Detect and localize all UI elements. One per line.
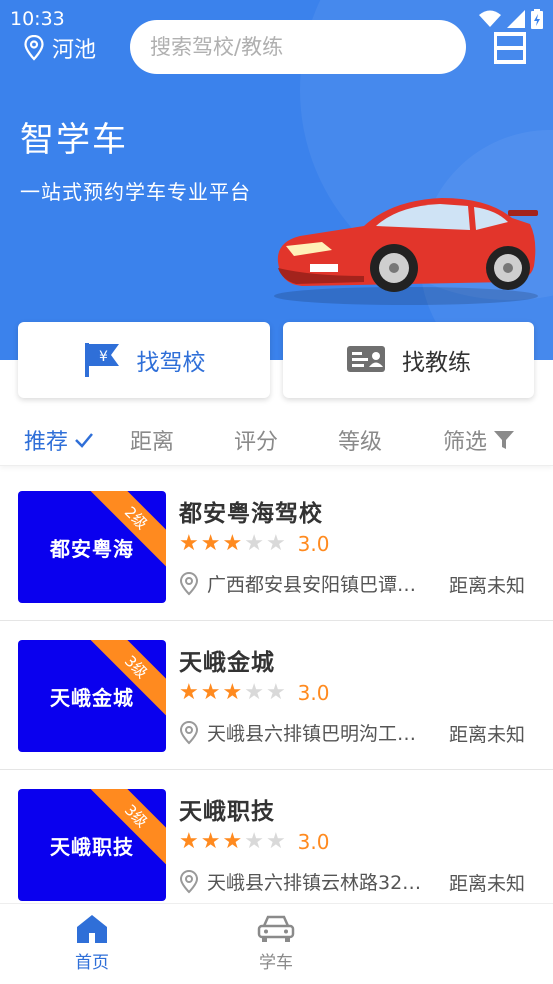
distance-text: 距离未知: [449, 873, 526, 895]
car-icon: [257, 915, 295, 942]
menu-icon[interactable]: [492, 28, 528, 68]
rating-stars: ★ ★ ★ ★ ★ 3.0: [179, 532, 329, 556]
find-coach-button[interactable]: 找教练: [283, 322, 534, 398]
star-empty-icon: ★: [244, 680, 264, 705]
school-list: 都安粤海 2级 都安粤海驾校 ★ ★ ★ ★ ★ 3.0 广西都安县安阳镇巴谭……: [0, 472, 553, 919]
nav-home[interactable]: 首页: [42, 914, 142, 973]
location-pin-icon: [179, 869, 199, 893]
bottom-navigation: 首页 学车: [0, 903, 553, 984]
home-icon: [77, 915, 107, 943]
location-pin-icon: [179, 571, 199, 595]
hero-banner: 10:33 河池 智学车 一站式预约学车专业平台: [0, 0, 553, 360]
filter-distance-label: 距离: [130, 430, 175, 455]
red-car-illustration: [274, 198, 538, 305]
find-coach-label: 找教练: [402, 350, 471, 376]
check-icon: [75, 433, 93, 448]
school-address: 天峨县六排镇巴明沟工…: [179, 719, 439, 746]
address-text: 天峨县六排镇巴明沟工…: [207, 723, 417, 745]
address-text: 广西都安县安阳镇巴谭…: [207, 574, 417, 596]
filter-bar: 推荐 距离 评分 等级 筛选: [0, 412, 553, 466]
svg-text:¥: ¥: [99, 349, 108, 365]
filter-level[interactable]: 等级: [338, 424, 382, 456]
location-label: 河池: [52, 38, 97, 63]
find-school-button[interactable]: ¥ 找驾校: [18, 322, 270, 398]
star-empty-icon: ★: [265, 680, 286, 705]
school-name: 都安粤海驾校: [179, 501, 323, 527]
rating-stars: ★ ★ ★ ★ ★ 3.0: [179, 830, 329, 854]
distance-text: 距离未知: [449, 724, 526, 746]
school-item[interactable]: 天峨金城 3级 天峨金城 ★ ★ ★ ★ ★ 3.0 天峨县六排镇巴明沟工… 距…: [0, 621, 553, 770]
location-selector[interactable]: 河池: [24, 32, 96, 64]
filter-rating-label: 评分: [234, 430, 279, 455]
distance-text: 距离未知: [449, 575, 526, 597]
rating-score: 3.0: [297, 681, 330, 705]
school-thumbnail: 都安粤海 2级: [18, 491, 166, 603]
star-filled-icon: ★: [200, 680, 221, 705]
star-filled-icon: ★: [179, 680, 199, 705]
app-subtitle: 一站式预约学车专业平台: [20, 180, 251, 204]
star-empty-icon: ★: [265, 829, 286, 854]
funnel-icon: [494, 431, 515, 449]
star-filled-icon: ★: [222, 531, 243, 556]
location-pin-icon: [179, 720, 199, 744]
school-thumbnail: 天峨金城 3级: [18, 640, 166, 752]
filter-recommend[interactable]: 推荐: [24, 424, 94, 456]
filter-level-label: 等级: [338, 430, 383, 455]
star-filled-icon: ★: [200, 829, 221, 854]
star-filled-icon: ★: [222, 829, 243, 854]
filter-screen-label: 筛选: [443, 430, 488, 455]
school-name: 天峨金城: [179, 650, 275, 676]
school-address: 广西都安县安阳镇巴谭…: [179, 570, 439, 597]
star-filled-icon: ★: [222, 680, 243, 705]
rating-score: 3.0: [297, 830, 330, 854]
nav-learn[interactable]: 学车: [226, 914, 326, 973]
school-thumbnail: 天峨职技 3级: [18, 789, 166, 901]
star-empty-icon: ★: [244, 531, 264, 556]
filter-recommend-label: 推荐: [24, 430, 69, 455]
school-name: 天峨职技: [179, 799, 275, 825]
star-empty-icon: ★: [265, 531, 286, 556]
star-filled-icon: ★: [179, 531, 199, 556]
nav-learn-label: 学车: [259, 953, 293, 973]
address-text: 天峨县六排镇云林路32…: [207, 872, 422, 894]
school-address: 天峨县六排镇云林路32…: [179, 868, 439, 895]
star-filled-icon: ★: [179, 829, 199, 854]
school-flag-icon: ¥: [84, 343, 119, 377]
app-title: 智学车: [20, 120, 128, 160]
school-item[interactable]: 天峨职技 3级 天峨职技 ★ ★ ★ ★ ★ 3.0 天峨县六排镇云林路32… …: [0, 770, 553, 919]
star-empty-icon: ★: [244, 829, 264, 854]
search-bar[interactable]: [130, 20, 466, 74]
nav-home-label: 首页: [75, 953, 109, 973]
filter-distance[interactable]: 距离: [130, 424, 174, 456]
filter-rating[interactable]: 评分: [234, 424, 278, 456]
find-school-label: 找驾校: [136, 350, 206, 376]
top-bar: 河池: [0, 18, 553, 76]
location-pin-icon: [24, 35, 44, 61]
coach-card-icon: [347, 346, 385, 372]
star-filled-icon: ★: [200, 531, 221, 556]
search-input[interactable]: [150, 35, 466, 59]
filter-screen[interactable]: 筛选: [443, 424, 515, 456]
rating-score: 3.0: [297, 532, 330, 556]
rating-stars: ★ ★ ★ ★ ★ 3.0: [179, 681, 329, 705]
school-item[interactable]: 都安粤海 2级 都安粤海驾校 ★ ★ ★ ★ ★ 3.0 广西都安县安阳镇巴谭……: [0, 472, 553, 621]
